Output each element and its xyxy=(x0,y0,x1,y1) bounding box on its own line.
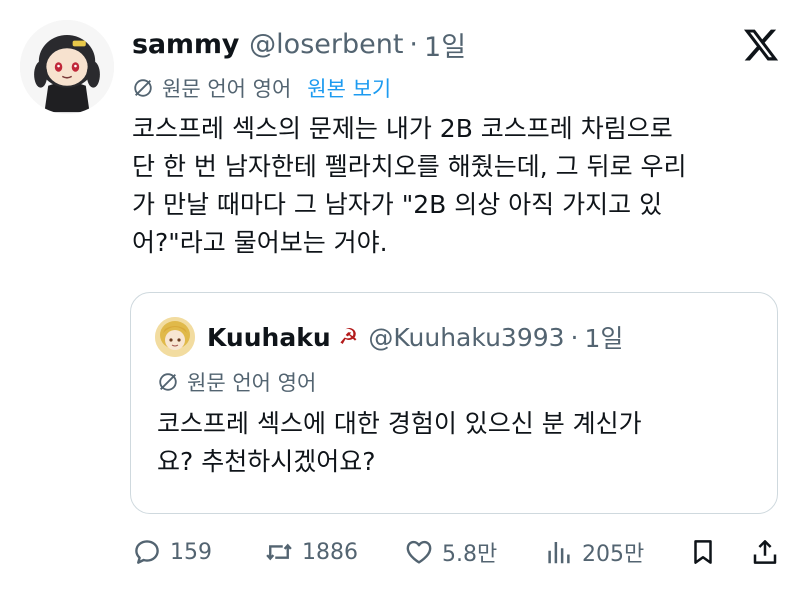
views-button[interactable]: 205만 xyxy=(544,530,644,574)
x-logo-icon[interactable] xyxy=(742,26,780,64)
quoted-tweet[interactable]: Kuuhaku ☭ @Kuuhaku3993 · 1일 원문 언어 영어 코스프… xyxy=(130,292,778,514)
quote-display-name[interactable]: Kuuhaku xyxy=(207,323,331,352)
quote-translation-row: 원문 언어 영어 xyxy=(157,367,316,397)
quote-translation-label: 원문 언어 영어 xyxy=(187,371,317,395)
quote-name-emoji: ☭ xyxy=(338,324,359,350)
quote-header: Kuuhaku ☭ @Kuuhaku3993 · 1일 xyxy=(207,319,623,355)
tweet-header: sammy @loserbent · 1일 xyxy=(132,24,466,64)
like-count: 5.8만 xyxy=(442,542,498,567)
quote-text: 코스프레 섹스에 대한 경험이 있으신 분 계신가 요? 추천하시겠어요? xyxy=(157,405,757,481)
quote-text-line: 요? 추천하시겠어요? xyxy=(157,447,376,476)
views-icon xyxy=(548,542,570,564)
author-display-name[interactable]: sammy xyxy=(132,29,239,60)
globe-off-icon xyxy=(157,371,179,393)
like-button[interactable]: 5.8만 xyxy=(404,530,497,574)
quote-text-line: 코스프레 섹스에 대한 경험이 있으신 분 계신가 xyxy=(157,409,642,438)
header-separator: · xyxy=(409,28,419,60)
share-icon xyxy=(753,540,777,564)
reply-count: 159 xyxy=(170,539,212,565)
reply-icon xyxy=(135,540,159,564)
retweet-icon xyxy=(266,543,292,561)
tweet: sammy @loserbent · 1일 원문 언어 영어 원본 보기 코스프… xyxy=(0,0,800,609)
quote-avatar-image xyxy=(155,317,195,357)
share-button[interactable] xyxy=(750,530,780,574)
author-handle[interactable]: @loserbent xyxy=(249,29,403,60)
bookmark-icon xyxy=(694,540,712,564)
translation-label: 원문 언어 영어 xyxy=(162,77,292,101)
globe-off-icon xyxy=(132,77,154,99)
heart-icon xyxy=(406,540,432,564)
quote-handle[interactable]: @Kuuhaku3993 xyxy=(368,323,564,352)
avatar[interactable] xyxy=(20,20,114,114)
quote-timestamp[interactable]: 1일 xyxy=(585,319,624,355)
action-bar: 159 1886 5.8만 205만 xyxy=(132,530,782,574)
retweet-count: 1886 xyxy=(302,539,358,565)
translation-row: 원문 언어 영어 원본 보기 xyxy=(132,72,391,104)
quote-avatar[interactable] xyxy=(155,317,195,357)
reply-button[interactable]: 159 xyxy=(132,530,212,574)
tweet-text-line: 가 만날 때마다 그 남자가 "2B 의상 아직 가지고 있 xyxy=(132,190,663,219)
tweet-text-line: 코스프레 섹스의 문제는 내가 2B 코스프레 차림으로 xyxy=(132,114,673,143)
bookmark-button[interactable] xyxy=(688,530,718,574)
retweet-button[interactable]: 1886 xyxy=(264,530,358,574)
show-original-link[interactable]: 원본 보기 xyxy=(307,73,391,103)
tweet-text-line: 어?"라고 물어보는 거야. xyxy=(132,228,388,257)
avatar-plush-image xyxy=(20,20,114,114)
quote-separator: · xyxy=(570,322,579,352)
tweet-timestamp[interactable]: 1일 xyxy=(424,25,466,64)
tweet-text-line: 단 한 번 남자한테 펠라치오를 해줬는데, 그 뒤로 우리 xyxy=(132,152,687,181)
views-count: 205만 xyxy=(582,542,645,567)
tweet-text: 코스프레 섹스의 문제는 내가 2B 코스프레 차림으로 단 한 번 남자한테 … xyxy=(132,110,782,262)
